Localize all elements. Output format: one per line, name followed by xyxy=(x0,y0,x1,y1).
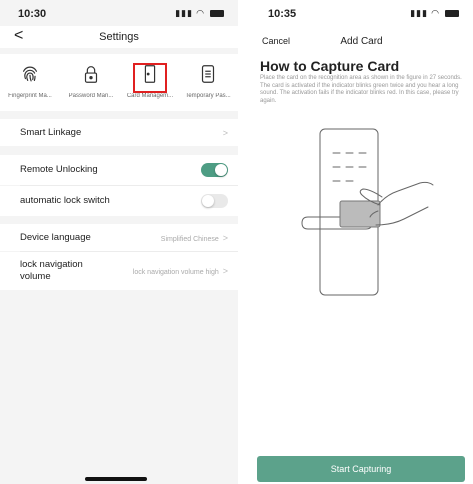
chevron-right-icon: > xyxy=(222,232,228,243)
auto-lock-row: automatic lock switch xyxy=(0,186,238,216)
signal-icon: ▮▮▮ xyxy=(410,8,429,18)
status-bar: 10:30 ▮▮▮ ◠ xyxy=(0,0,238,26)
tool-temporary-password[interactable]: Temporary Pas... xyxy=(178,63,238,99)
tool-label: Temporary Pas... xyxy=(185,93,231,99)
row-label: automatic lock switch xyxy=(20,195,110,206)
remote-unlocking-toggle[interactable] xyxy=(201,163,228,177)
wifi-icon: ◠ xyxy=(196,8,205,18)
row-value: lock navigation volume high > xyxy=(132,266,228,276)
lock-icon xyxy=(80,63,102,85)
status-time: 10:30 xyxy=(18,8,47,20)
management-tools: Fingerprint Ma... Password Man... Card M… xyxy=(0,54,238,111)
smart-linkage-row[interactable]: Smart Linkage > xyxy=(0,119,238,146)
chevron-right-icon: > xyxy=(222,266,228,276)
status-time: 10:35 xyxy=(268,8,297,20)
status-icons: ▮▮▮ ◠ xyxy=(175,8,224,19)
settings-nav-bar: < Settings xyxy=(0,26,238,48)
tool-fingerprint[interactable]: Fingerprint Ma... xyxy=(0,63,60,99)
device-language-row[interactable]: Device language Simplified Chinese > xyxy=(0,224,238,251)
selected-tool-highlight xyxy=(133,63,167,93)
remote-unlocking-row: Remote Unlocking xyxy=(0,155,238,185)
battery-icon xyxy=(445,10,459,18)
keypad-icon xyxy=(197,63,219,85)
nav-volume-row[interactable]: lock navigation volume lock navigation v… xyxy=(0,252,238,290)
row-label: Remote Unlocking xyxy=(20,164,98,175)
home-indicator xyxy=(85,477,147,481)
settings-screen: 10:30 ▮▮▮ ◠ < Settings Fingerprint Ma... xyxy=(0,0,238,484)
tool-label: Fingerprint Ma... xyxy=(8,93,52,99)
chevron-right-icon: > xyxy=(222,127,228,138)
start-capturing-button[interactable]: Start Capturing xyxy=(257,456,465,482)
row-label: Smart Linkage xyxy=(20,126,82,138)
status-bar: 10:35 ▮▮▮ ◠ xyxy=(250,0,473,26)
tool-label: Card Managem... xyxy=(126,93,174,99)
page-title: Settings xyxy=(99,31,139,43)
wifi-icon: ◠ xyxy=(431,8,440,18)
row-label: lock navigation volume xyxy=(20,259,83,282)
auto-lock-toggle[interactable] xyxy=(201,194,228,208)
row-label: Device language xyxy=(20,231,91,243)
tool-label: Password Man... xyxy=(68,93,114,99)
row-value: Simplified Chinese > xyxy=(160,232,228,243)
add-card-screen: 10:35 ▮▮▮ ◠ Cancel Add Card How to Captu… xyxy=(250,0,473,484)
status-icons: ▮▮▮ ◠ xyxy=(410,8,459,19)
battery-icon xyxy=(210,10,224,18)
fingerprint-icon xyxy=(19,63,41,85)
signal-icon: ▮▮▮ xyxy=(175,8,194,18)
page-title: Add Card xyxy=(340,36,383,47)
hand-card-on-lock-icon xyxy=(288,125,438,300)
capture-instructions: Place the card on the recognition area a… xyxy=(260,75,462,104)
capture-heading: How to Capture Card xyxy=(260,58,400,74)
tool-password[interactable]: Password Man... xyxy=(61,63,121,99)
